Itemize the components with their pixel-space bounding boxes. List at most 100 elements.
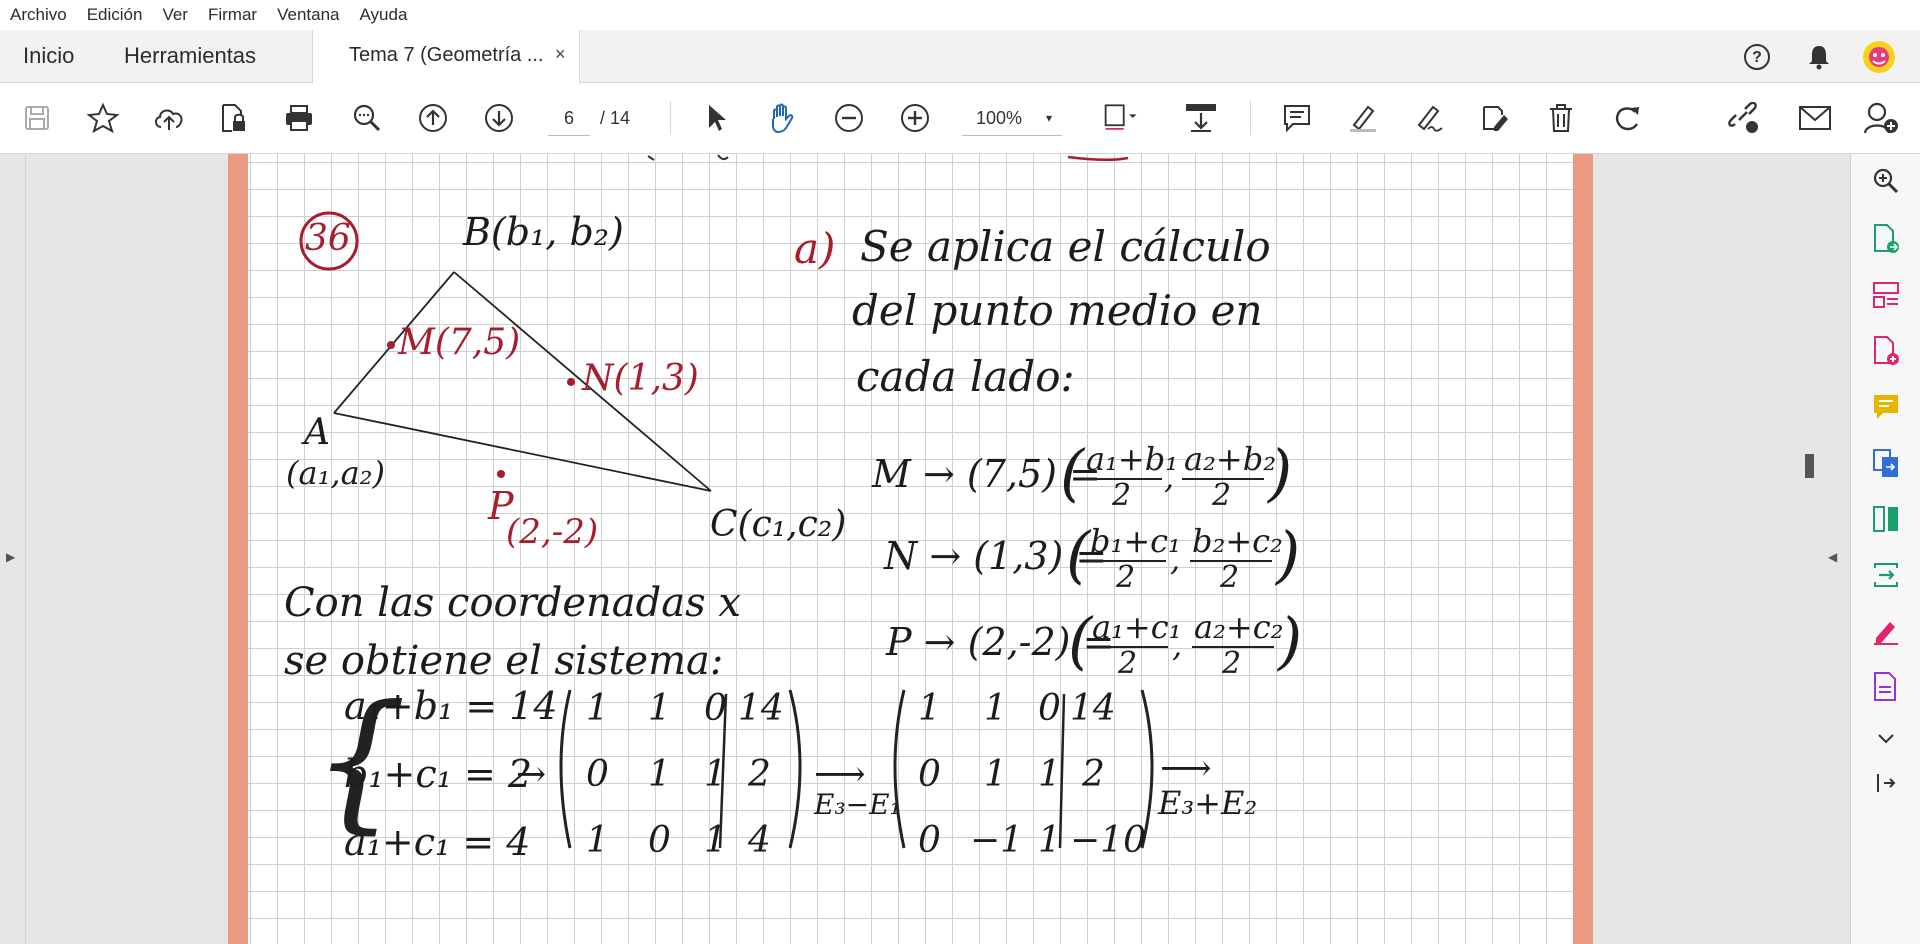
comment-tool-icon[interactable] (1867, 388, 1905, 426)
matrix1-cell: 0 (648, 820, 671, 861)
left-panel-toggle[interactable]: ▶ (0, 154, 26, 944)
zoom-out-icon[interactable] (830, 99, 868, 137)
matrix2-cell: 1 (1038, 754, 1061, 795)
vertex-a-label: A (304, 412, 330, 453)
export-icon[interactable] (1867, 556, 1905, 594)
close-icon[interactable]: × (555, 44, 566, 65)
fit-icon[interactable] (1102, 99, 1140, 137)
collapse-panel-icon[interactable] (1867, 764, 1905, 802)
menu-firmar[interactable]: Firmar (198, 5, 267, 25)
menu-archivo[interactable]: Archivo (0, 5, 77, 25)
sign-icon[interactable] (1410, 99, 1448, 137)
trash-icon[interactable] (1542, 99, 1580, 137)
add-user-icon[interactable] (1862, 99, 1900, 137)
arrow: → (516, 754, 547, 795)
matrix2-cell: 1 (984, 754, 1007, 795)
save-icon[interactable] (18, 99, 56, 137)
matrix1-cell: 1 (586, 688, 609, 729)
eq-p-frac1-den: 2 (1118, 646, 1138, 681)
menu-bar: Archivo Edición Ver Firmar Ventana Ayuda (0, 0, 1920, 30)
scrollbar-thumb[interactable] (1805, 454, 1814, 478)
matrix2-cell: 1 (1038, 820, 1061, 861)
vertical-scrollbar[interactable] (1795, 154, 1820, 944)
matrix1-cell: 0 (586, 754, 609, 795)
combine-files-icon[interactable] (1867, 444, 1905, 482)
zoom-value: 100% (976, 108, 1023, 128)
matrix1-cell: 1 (648, 688, 671, 729)
eq-n-frac1-num: b₁+c₁ (1090, 522, 1181, 560)
zoom-select[interactable]: 100% ▾ (962, 101, 1062, 136)
matrix2-cell: 2 (1082, 754, 1105, 795)
chevron-down-icon[interactable] (1867, 720, 1905, 758)
edit-pdf-icon[interactable] (1867, 668, 1905, 706)
tab-home[interactable]: Inicio (23, 30, 74, 82)
grid-paper: 36 B(b₁, b₂) M(7,5) N(1,3) A (a₁,a₂) P (… (248, 154, 1573, 944)
eq-n-frac2-num: b₂+c₂ (1192, 522, 1283, 560)
pointer-icon[interactable] (697, 99, 735, 137)
export-pdf-icon[interactable] (1867, 220, 1905, 258)
menu-ayuda[interactable]: Ayuda (350, 5, 418, 25)
chevron-down-icon: ▾ (1046, 111, 1053, 125)
upload-icon[interactable] (150, 99, 188, 137)
comma: , (1172, 626, 1183, 664)
toolbar-divider (1250, 101, 1251, 135)
create-pdf-icon[interactable] (1867, 332, 1905, 370)
paren-close: ) (1278, 604, 1303, 677)
redo-icon[interactable] (1608, 99, 1646, 137)
page-number-input[interactable]: 6 (548, 101, 590, 136)
arrow-down-icon[interactable] (480, 99, 518, 137)
tab-tools[interactable]: Herramientas (124, 30, 256, 82)
edit-icon[interactable] (1476, 99, 1514, 137)
matrix2-cell: 0 (1038, 688, 1061, 729)
vertex-c-label: C(c₁,c₂) (710, 504, 847, 545)
eq-p-frac2-den: 2 (1222, 646, 1242, 681)
scroll-icon[interactable] (1182, 99, 1220, 137)
right-tools-panel (1851, 154, 1920, 944)
right-panel-toggle[interactable]: ◀ (1820, 154, 1851, 944)
print-icon[interactable] (280, 99, 318, 137)
row-operation-2: E₃+E₂ (1158, 784, 1258, 822)
page-left-border (228, 154, 248, 944)
system-eq1: a₁+b₁ = 14 (344, 684, 558, 728)
arrow: ⟶ (1160, 748, 1212, 789)
organize-pages-icon[interactable] (1867, 276, 1905, 314)
matrix1-cell: 4 (748, 820, 771, 861)
comment-icon[interactable] (1278, 99, 1316, 137)
avatar[interactable] (1862, 40, 1896, 74)
tab-document-title: Tema 7 (Geometría ... (349, 44, 544, 66)
part-a-line3: cada lado: (856, 352, 1075, 401)
zoom-icon[interactable] (348, 99, 386, 137)
comma: , (1170, 540, 1181, 578)
problem-number: 36 (305, 218, 351, 259)
chevron-left-icon: ◀ (1828, 550, 1838, 564)
menu-ventana[interactable]: Ventana (267, 5, 349, 25)
point-m-label: M(7,5) (398, 322, 521, 363)
bell-icon[interactable] (1802, 40, 1836, 74)
vertex-a-coords: (a₁,a₂) (286, 454, 385, 492)
file-lock-icon[interactable] (214, 99, 252, 137)
text-line1: Con las coordenadas x (284, 580, 741, 626)
zoom-in-icon[interactable] (896, 99, 934, 137)
mail-icon[interactable] (1796, 99, 1834, 137)
eq-m-frac2-num: a₂+b₂ (1184, 440, 1277, 478)
chevron-right-icon: ▶ (6, 550, 16, 564)
matrix2-cell: 0 (918, 820, 941, 861)
hand-icon[interactable] (764, 99, 802, 137)
matrix1-cell: 14 (738, 688, 784, 729)
arrow-up-icon[interactable] (414, 99, 452, 137)
help-icon[interactable]: ? (1740, 40, 1774, 74)
paren-close: ) (1276, 518, 1301, 591)
svg-text:?: ? (1752, 49, 1762, 66)
link-icon[interactable] (1724, 99, 1762, 137)
tab-document[interactable]: Tema 7 (Geometría ... × (312, 30, 580, 83)
fill-sign-icon[interactable] (1867, 612, 1905, 650)
system-eq2: b₁+c₁ = 2 (344, 752, 533, 796)
menu-ver[interactable]: Ver (152, 5, 198, 25)
highlight-icon[interactable] (1344, 99, 1382, 137)
menu-edicion[interactable]: Edición (77, 5, 153, 25)
compress-icon[interactable] (1867, 500, 1905, 538)
eq-m-frac2-den: 2 (1212, 478, 1232, 513)
search-zoom-icon[interactable] (1867, 162, 1905, 200)
star-icon[interactable] (84, 99, 122, 137)
paren-open: ( (1068, 604, 1093, 677)
